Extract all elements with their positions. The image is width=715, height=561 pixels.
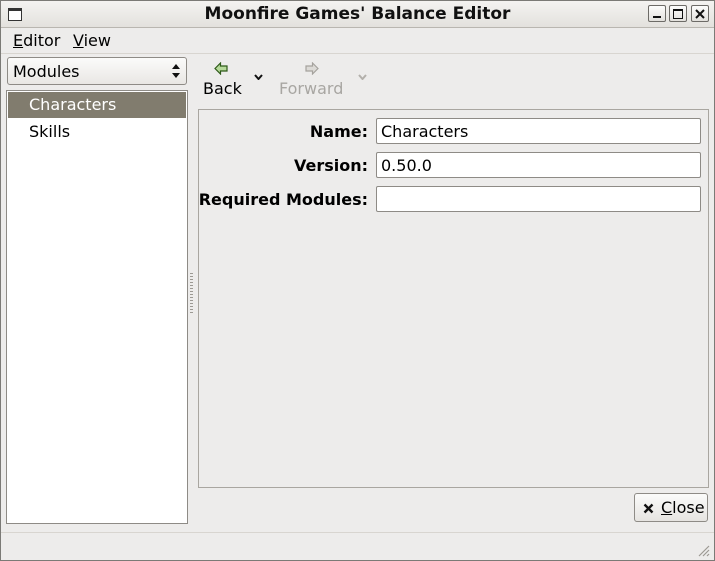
combo-value: Modules [13, 62, 80, 81]
updown-arrows-icon [172, 64, 180, 78]
tree-item-characters[interactable]: Characters [8, 92, 186, 118]
back-label: Back [203, 79, 242, 98]
chevron-down-icon [358, 74, 367, 80]
close-icon [643, 503, 654, 514]
back-button[interactable]: Back [198, 59, 246, 99]
menu-separator [1, 53, 714, 54]
tree-item-skills[interactable]: Skills [8, 119, 186, 145]
forward-label: Forward [279, 79, 344, 98]
close-button[interactable]: Close [634, 493, 708, 522]
arrow-left-icon [214, 62, 228, 75]
required-modules-field[interactable] [376, 186, 701, 212]
name-label: Name: [309, 122, 368, 141]
arrow-right-icon [305, 62, 319, 75]
maximize-button[interactable] [669, 5, 687, 22]
chevron-down-icon [254, 74, 263, 80]
pane-splitter[interactable] [190, 273, 193, 313]
forward-button[interactable]: Forward [277, 59, 349, 99]
close-label: Close [661, 498, 705, 517]
window-close-button[interactable] [691, 5, 709, 22]
menu-editor[interactable]: Editor [13, 31, 60, 50]
minimize-button[interactable] [648, 5, 666, 22]
module-type-combo[interactable]: Modules [7, 57, 187, 85]
app-window: Moonfire Games' Balance Editor Editor Vi… [0, 0, 715, 561]
name-field[interactable] [376, 118, 701, 144]
window-title: Moonfire Games' Balance Editor [204, 4, 511, 24]
version-field[interactable] [376, 152, 701, 178]
close-icon [695, 9, 705, 19]
forward-history-dropdown[interactable] [355, 59, 371, 99]
back-history-dropdown[interactable] [251, 59, 267, 99]
required-modules-label: Required Modules: [198, 190, 368, 209]
menu-view[interactable]: View [73, 31, 111, 50]
menu-bar: Editor View [1, 28, 714, 53]
resize-grip-icon[interactable] [696, 543, 710, 557]
title-bar[interactable]: Moonfire Games' Balance Editor [1, 1, 714, 28]
module-details-panel: Name: Version: Required Modules: [198, 109, 709, 488]
status-bar [1, 532, 714, 561]
version-label: Version: [293, 156, 368, 175]
module-tree[interactable]: Characters Skills [6, 90, 188, 524]
